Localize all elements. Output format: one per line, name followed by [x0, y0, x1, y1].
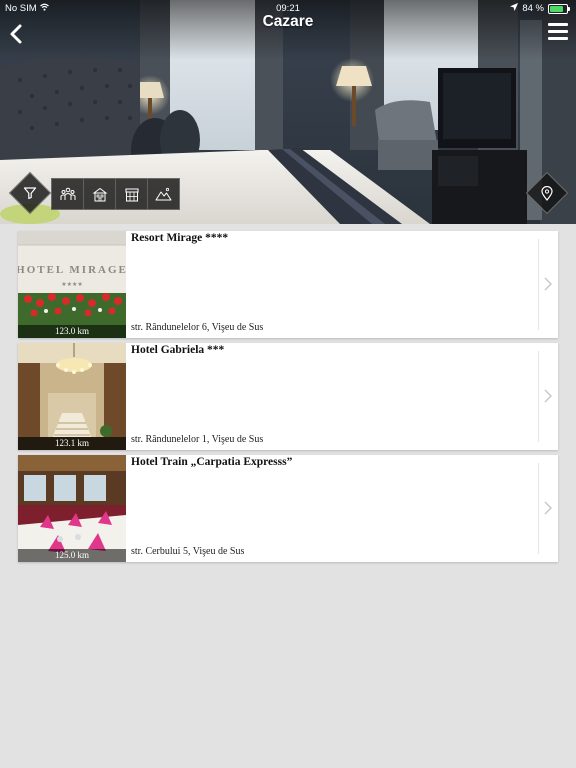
- hotel-address: str. Rândunelelor 6, Vişeu de Sus: [131, 322, 264, 333]
- battery-level: [550, 5, 564, 12]
- hamburger-menu-icon: [548, 23, 568, 40]
- hotel-name: Hotel Train „Carpatia Expresss”: [131, 456, 293, 468]
- mountains-icon: [155, 187, 172, 201]
- category-building-filter[interactable]: [84, 179, 116, 209]
- hotel-train-photo: [18, 455, 126, 562]
- header-hero: No SIM 09:21 84 % Cazare: [0, 0, 576, 224]
- distance-label: 125.0 km: [18, 549, 126, 562]
- map-button-inner: [533, 179, 561, 207]
- battery-icon: [548, 3, 570, 14]
- storefront-icon: [125, 188, 138, 201]
- category-storefront-filter[interactable]: [116, 179, 148, 209]
- chevron-right-icon: [544, 389, 552, 403]
- battery-tip: [568, 6, 570, 11]
- chevron-right-icon: [544, 501, 552, 515]
- card-divider: [538, 239, 539, 330]
- hotel-address: str. Cerbului 5, Vişeu de Sus: [131, 546, 245, 557]
- page-title: Cazare: [262, 13, 314, 30]
- hotel-name: Resort Mirage ****: [131, 232, 229, 244]
- menu-button[interactable]: [546, 20, 570, 42]
- hotel-sign-text: HOTEL MIRAGE: [18, 264, 126, 276]
- funnel-icon: [23, 187, 37, 200]
- hotel-address: str. Rândunelelor 1, Vişeu de Sus: [131, 434, 264, 445]
- location-pin-icon: [541, 185, 553, 201]
- distance-label: 123.0 km: [18, 325, 126, 338]
- category-mountains-filter[interactable]: [148, 179, 179, 209]
- hotel-thumbnail: 125.0 km: [18, 455, 126, 562]
- hotel-thumbnail: 123.1 km: [18, 343, 126, 450]
- chevron-right-icon: [544, 277, 552, 291]
- card-divider: [538, 351, 539, 442]
- distance-label: 123.1 km: [18, 437, 126, 450]
- hotel-gabriela-photo: [18, 343, 126, 450]
- card-divider: [538, 463, 539, 554]
- building-icon: [92, 187, 107, 201]
- hotel-sign-stars: ★★★★: [61, 281, 83, 288]
- hotel-card-hotel-train[interactable]: 125.0 km Hotel Train „Carpatia Expresss”…: [18, 455, 558, 562]
- category-filter-bar: [51, 178, 180, 210]
- category-crowd-filter[interactable]: [52, 179, 84, 209]
- hotel-list: HOTEL MIRAGE ★★★★ 123.0 km Resort Mirage…: [18, 231, 558, 567]
- hotel-name: Hotel Gabriela ***: [131, 344, 225, 356]
- hotel-thumbnail: HOTEL MIRAGE ★★★★ 123.0 km: [18, 231, 126, 338]
- hotel-mirage-photo: HOTEL MIRAGE ★★★★: [18, 231, 126, 338]
- filter-button-inner: [16, 179, 44, 207]
- hotel-card-hotel-gabriela[interactable]: 123.1 km Hotel Gabriela *** str. Rândune…: [18, 343, 558, 450]
- crowd-icon: [60, 187, 75, 200]
- hotel-card-resort-mirage[interactable]: HOTEL MIRAGE ★★★★ 123.0 km Resort Mirage…: [18, 231, 558, 338]
